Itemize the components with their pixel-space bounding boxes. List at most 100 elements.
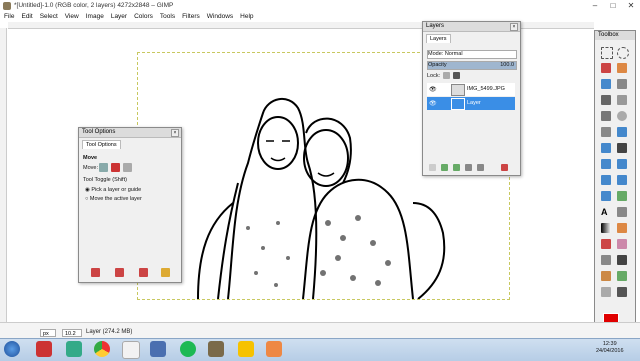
move-layer-icon[interactable] xyxy=(99,163,108,172)
scissors-icon[interactable] xyxy=(617,79,627,89)
menu-layer[interactable]: Layer xyxy=(111,12,127,22)
save-icon[interactable] xyxy=(91,268,100,277)
select-by-color-icon[interactable] xyxy=(601,79,611,89)
heal-icon[interactable] xyxy=(617,271,627,281)
taskbar-app-icon[interactable] xyxy=(36,341,52,357)
layer-thumbnail xyxy=(451,98,465,110)
eraser-icon[interactable] xyxy=(617,239,627,249)
menu-help[interactable]: Help xyxy=(240,12,253,22)
smudge-icon[interactable] xyxy=(601,287,611,297)
vertical-ruler[interactable] xyxy=(0,28,7,322)
taskbar-app-icon[interactable] xyxy=(66,341,82,357)
anchor-layer-icon[interactable] xyxy=(477,164,484,171)
close-icon[interactable]: × xyxy=(171,129,179,137)
taskbar-app-icon[interactable] xyxy=(266,341,282,357)
close-button[interactable]: ✕ xyxy=(622,0,640,12)
layers-dialog: Layers × Layers Mode: Normal Opacity 100… xyxy=(422,21,521,176)
window-controls: – □ ✕ xyxy=(586,0,640,12)
paths-icon[interactable] xyxy=(617,95,627,105)
raise-layer-icon[interactable] xyxy=(441,164,448,171)
close-icon[interactable]: × xyxy=(510,23,518,31)
align-icon[interactable] xyxy=(601,143,611,153)
foreground-select-icon[interactable] xyxy=(601,95,611,105)
menu-filters[interactable]: Filters xyxy=(182,12,200,22)
zoom-icon[interactable] xyxy=(617,111,627,121)
reset-icon[interactable] xyxy=(161,268,170,277)
menu-colors[interactable]: Colors xyxy=(134,12,153,22)
menu-view[interactable]: View xyxy=(65,12,79,22)
pencil-icon[interactable] xyxy=(617,223,627,233)
measure-icon[interactable] xyxy=(601,127,611,137)
lower-layer-icon[interactable] xyxy=(453,164,460,171)
text-icon[interactable]: A xyxy=(601,207,611,217)
perspective-icon[interactable] xyxy=(617,175,627,185)
ellipse-select-icon[interactable] xyxy=(617,47,629,59)
delete-layer-icon[interactable] xyxy=(501,164,508,171)
tab-layers[interactable]: Layers xyxy=(426,34,451,43)
menu-file[interactable]: File xyxy=(4,12,14,22)
tab-tool-options[interactable]: Tool Options xyxy=(82,140,121,149)
layer-row-img[interactable]: 👁 IMG_5499.JPG xyxy=(427,83,515,96)
chrome-icon[interactable] xyxy=(94,341,110,357)
lock-pixels-icon[interactable] xyxy=(443,72,450,79)
tool-toggle-label: Tool Toggle (Shift) xyxy=(83,177,127,183)
maximize-button[interactable]: □ xyxy=(604,0,622,12)
taskbar-app-icon[interactable] xyxy=(238,341,254,357)
opacity-slider[interactable]: Opacity 100.0 xyxy=(427,61,517,70)
scale-icon[interactable] xyxy=(617,159,627,169)
lock-alpha-icon[interactable] xyxy=(453,72,460,79)
menu-windows[interactable]: Windows xyxy=(207,12,233,22)
move-selection-icon[interactable] xyxy=(111,163,120,172)
toolbox-title: Toolbox xyxy=(598,32,619,38)
delete-icon[interactable] xyxy=(139,268,148,277)
dodge-burn-icon[interactable] xyxy=(617,287,627,297)
taskbar-app-icon[interactable] xyxy=(150,341,166,357)
menu-edit[interactable]: Edit xyxy=(21,12,32,22)
menu-tools[interactable]: Tools xyxy=(160,12,175,22)
move-path-icon[interactable] xyxy=(123,163,132,172)
flip-icon[interactable] xyxy=(601,191,611,201)
bucket-fill-icon[interactable] xyxy=(617,207,627,217)
clock-time: 12:39 xyxy=(602,341,617,347)
taskbar-app-icon[interactable] xyxy=(208,341,224,357)
shear-icon[interactable] xyxy=(601,175,611,185)
mode-select[interactable]: Mode: Normal xyxy=(427,50,517,59)
minimize-button[interactable]: – xyxy=(586,0,604,12)
move-icon[interactable] xyxy=(617,127,627,137)
crop-icon[interactable] xyxy=(617,143,627,153)
zoom-select[interactable]: 10.2 % xyxy=(62,329,82,345)
radio-pick-layer[interactable]: ◉ Pick a layer or guide xyxy=(85,187,141,193)
restore-icon[interactable] xyxy=(115,268,124,277)
eye-icon[interactable]: 👁 xyxy=(429,86,437,93)
status-text: Layer (274.2 MB) xyxy=(86,329,133,335)
radio-move-active[interactable]: ○ Move the active layer xyxy=(85,196,142,202)
eye-icon[interactable]: 👁 xyxy=(429,100,437,107)
taskbar-clock[interactable]: 12:39 24/04/2016 xyxy=(596,341,624,355)
rotate-icon[interactable] xyxy=(601,159,611,169)
rect-select-icon[interactable] xyxy=(601,47,613,59)
duplicate-layer-icon[interactable] xyxy=(465,164,472,171)
layers-header[interactable]: Layers × xyxy=(423,22,520,32)
menu-bar: File Edit Select View Image Layer Colors… xyxy=(0,12,640,22)
new-layer-icon[interactable] xyxy=(429,164,436,171)
airbrush-icon[interactable] xyxy=(601,255,611,265)
unit-select[interactable]: px xyxy=(40,329,56,337)
tool-options-title: Tool Options xyxy=(82,129,116,135)
paintbrush-icon[interactable] xyxy=(601,239,611,249)
spotify-icon[interactable] xyxy=(180,341,196,357)
taskbar-app-icon[interactable] xyxy=(122,341,140,359)
cage-icon[interactable] xyxy=(617,191,627,201)
free-select-icon[interactable] xyxy=(601,63,611,73)
clone-icon[interactable] xyxy=(601,271,611,281)
ink-icon[interactable] xyxy=(617,255,627,265)
menu-image[interactable]: Image xyxy=(86,12,104,22)
start-button[interactable] xyxy=(4,341,20,357)
color-picker-icon[interactable] xyxy=(601,111,611,121)
fuzzy-select-icon[interactable] xyxy=(617,63,627,73)
toolbox-header[interactable]: Toolbox xyxy=(595,31,635,40)
blend-icon[interactable] xyxy=(601,223,611,233)
layer-row-layer[interactable]: 👁 Layer xyxy=(427,97,515,110)
layer-name: IMG_5499.JPG xyxy=(467,86,505,92)
menu-select[interactable]: Select xyxy=(40,12,58,22)
tool-options-header[interactable]: Tool Options × xyxy=(79,128,181,138)
